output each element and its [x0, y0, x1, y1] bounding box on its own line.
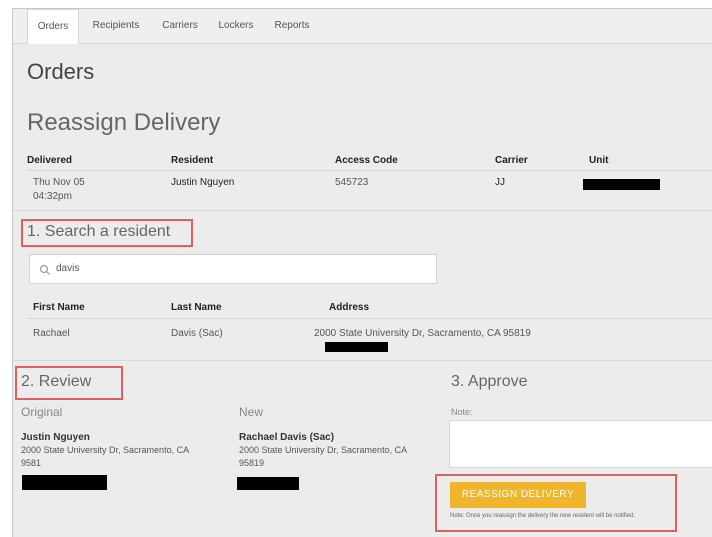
search-input[interactable]: davis [29, 254, 437, 284]
new-zip: 95819 [239, 458, 265, 468]
result-address[interactable]: 2000 State University Dr, Sacramento, CA… [314, 327, 531, 340]
divider [27, 170, 712, 171]
reassign-delivery-button[interactable]: REASSIGN DELIVERY [450, 482, 586, 508]
step3-title: 3. Approve [451, 373, 528, 390]
access-code: 545723 [335, 177, 369, 188]
col-delivered: Delivered [27, 155, 73, 166]
notify-note: Note: Once you reassign the delivery the… [450, 513, 636, 519]
tab-reports[interactable]: Reports [267, 9, 317, 43]
result-last-name[interactable]: Davis (Sac) [171, 327, 223, 340]
col-access-code: Access Code [335, 155, 398, 166]
tab-carriers[interactable]: Carriers [155, 9, 205, 43]
redacted-unit [583, 179, 660, 190]
note-textarea[interactable] [449, 420, 712, 468]
new-name: Rachael Davis (Sac) [239, 432, 335, 443]
divider [13, 210, 712, 211]
col-carrier: Carrier [495, 155, 528, 166]
note-label: Note: [451, 407, 473, 417]
new-label: New [239, 405, 264, 419]
top-nav: Orders Recipients Carriers Lockers Repor… [13, 9, 712, 44]
tab-orders[interactable]: Orders [27, 9, 79, 44]
original-name: Justin Nguyen [21, 432, 90, 443]
section-title: Reassign Delivery [27, 109, 221, 136]
highlight-box [21, 219, 193, 247]
original-zip: 9581 [21, 458, 42, 468]
col-address: Address [329, 302, 370, 313]
delivered-time: 04:32pm [33, 191, 72, 202]
delivered-date: Thu Nov 05 [33, 177, 85, 188]
page-title: Orders [27, 59, 95, 84]
col-resident: Resident [171, 155, 214, 166]
original-label: Original [21, 405, 63, 419]
redacted-unit [237, 477, 299, 490]
original-address: 2000 State University Dr, Sacramento, CA [21, 445, 190, 455]
col-last-name: Last Name [171, 302, 222, 313]
new-address: 2000 State University Dr, Sacramento, CA [239, 445, 408, 455]
resident-name: Justin Nguyen [171, 177, 235, 188]
search-icon [39, 264, 50, 275]
tab-recipients[interactable]: Recipients [85, 9, 147, 43]
divider [13, 360, 712, 361]
divider [27, 318, 712, 319]
highlight-box [15, 366, 123, 400]
redacted-unit [325, 342, 388, 352]
col-first-name: First Name [33, 302, 85, 313]
tab-lockers[interactable]: Lockers [211, 9, 261, 43]
app-frame: Orders Recipients Carriers Lockers Repor… [12, 8, 712, 537]
search-value: davis [56, 263, 80, 274]
result-first-name[interactable]: Rachael [33, 327, 70, 340]
redacted-unit [22, 475, 107, 490]
carrier-name: JJ [495, 177, 505, 188]
col-unit: Unit [589, 155, 609, 166]
